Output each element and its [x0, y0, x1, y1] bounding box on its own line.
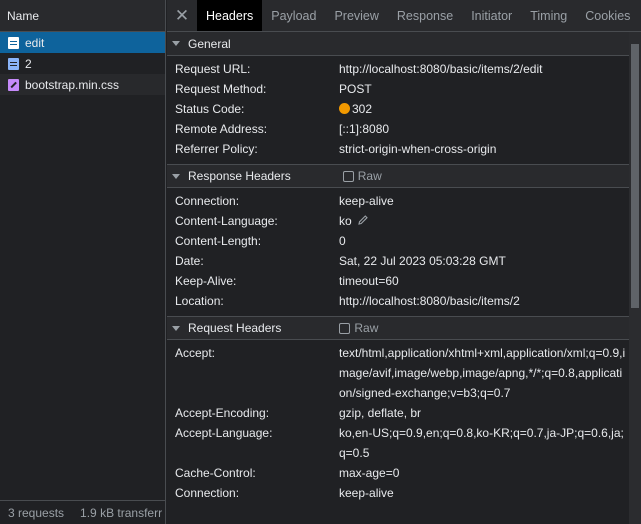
header-row: Location: http://localhost:8080/basic/it…	[167, 291, 629, 311]
header-row: Accept-Encoding: gzip, deflate, br	[167, 403, 629, 423]
raw-label: Raw	[357, 169, 382, 183]
header-key: Connection:	[175, 194, 240, 208]
header-key: Content-Length:	[175, 234, 262, 248]
header-key: Request Method:	[175, 82, 267, 96]
header-value: [::1]:8080	[339, 122, 390, 136]
header-value: strict-origin-when-cross-origin	[339, 142, 497, 156]
transferred-size: 1.9 kB transferr	[80, 505, 163, 520]
name-column-header[interactable]: Name	[0, 0, 165, 32]
request-row-2[interactable]: 2	[0, 53, 165, 74]
header-key: Content-Language:	[175, 214, 278, 228]
tab-cookies[interactable]: Cookies	[576, 0, 639, 31]
name-column-label: Name	[7, 8, 40, 23]
headers-content: General Request URL: http://localhost:80…	[167, 32, 629, 524]
header-value: http://localhost:8080/basic/items/2/edit	[339, 62, 543, 76]
status-code-value: 302	[339, 99, 629, 119]
tab-payload[interactable]: Payload	[262, 0, 325, 31]
request-details-panel: ✕ Headers Payload Preview Response Initi…	[167, 0, 641, 524]
collapse-triangle-icon	[172, 173, 180, 179]
header-key: Accept:	[175, 346, 216, 360]
request-list-panel: Name edit 2 bootstrap.min.css 3 requests…	[0, 0, 166, 524]
header-value: gzip, deflate, br	[339, 406, 422, 420]
request-headers-body: Accept: text/html,application/xhtml+xml,…	[167, 340, 629, 508]
request-name: edit	[25, 35, 45, 50]
header-row: Accept: text/html,application/xhtml+xml,…	[167, 343, 629, 403]
details-tab-bar: ✕ Headers Payload Preview Response Initi…	[167, 0, 641, 32]
header-value: max-age=0	[339, 466, 400, 480]
header-key: Keep-Alive:	[175, 274, 237, 288]
header-row: Status Code: 302	[167, 99, 629, 119]
tab-initiator[interactable]: Initiator	[462, 0, 521, 31]
header-key: Cache-Control:	[175, 466, 256, 480]
pencil-icon[interactable]	[357, 214, 369, 226]
collapse-triangle-icon	[172, 41, 180, 46]
header-value: POST	[339, 82, 372, 96]
header-key: Location:	[175, 294, 224, 308]
header-value: keep-alive	[339, 194, 394, 208]
tab-headers[interactable]: Headers	[197, 0, 263, 31]
request-name: bootstrap.min.css	[25, 77, 120, 92]
request-row-bootstrap[interactable]: bootstrap.min.css	[0, 74, 165, 95]
stylesheet-icon	[8, 78, 19, 91]
general-section-header[interactable]: General	[167, 32, 629, 56]
header-row: Connection: keep-alive	[167, 191, 629, 211]
scrollbar-thumb[interactable]	[631, 44, 639, 308]
request-name: 2	[25, 56, 32, 71]
response-headers-section-header[interactable]: Response Headers Raw	[167, 164, 629, 188]
header-row: Keep-Alive: timeout=60	[167, 271, 629, 291]
header-value: http://localhost:8080/basic/items/2	[339, 294, 520, 308]
header-key: Request URL:	[175, 62, 251, 76]
raw-toggle[interactable]: Raw	[339, 321, 378, 335]
raw-toggle[interactable]: Raw	[342, 169, 382, 183]
request-headers-section-header[interactable]: Request Headers Raw	[167, 316, 629, 340]
document-icon	[8, 36, 19, 49]
header-key: Date:	[175, 254, 204, 268]
header-row: Request URL: http://localhost:8080/basic…	[167, 59, 629, 79]
section-title: Response Headers	[188, 169, 291, 183]
response-headers-body: Connection: keep-alive Content-Language:…	[167, 188, 629, 316]
header-row: Connection: keep-alive	[167, 483, 629, 503]
header-value: text/html,application/xhtml+xml,applicat…	[339, 346, 626, 400]
raw-checkbox[interactable]	[339, 322, 351, 334]
header-row: Date: Sat, 22 Jul 2023 05:03:28 GMT	[167, 251, 629, 271]
request-row-edit[interactable]: edit	[0, 32, 165, 53]
tab-timing[interactable]: Timing	[521, 0, 576, 31]
header-key: Connection:	[175, 486, 240, 500]
header-key: Referrer Policy:	[175, 142, 258, 156]
section-title: General	[188, 36, 231, 51]
close-icon[interactable]: ✕	[167, 0, 197, 31]
header-key: Remote Address:	[175, 122, 268, 136]
section-title: Request Headers	[188, 321, 282, 335]
document-icon	[8, 57, 19, 70]
header-key: Accept-Language:	[175, 426, 273, 440]
tab-preview[interactable]: Preview	[325, 0, 387, 31]
header-row: Referrer Policy: strict-origin-when-cros…	[167, 139, 629, 159]
header-row: Accept-Language: ko,en-US;q=0.9,en;q=0.8…	[167, 423, 629, 463]
tab-response[interactable]: Response	[388, 0, 462, 31]
header-row: Content-Language: ko	[167, 211, 629, 231]
vertical-scrollbar[interactable]	[629, 32, 641, 524]
status-dot-icon	[339, 103, 350, 114]
header-value: ko,en-US;q=0.9,en;q=0.8,ko-KR;q=0.7,ja-J…	[339, 426, 624, 460]
status-bar: 3 requests 1.9 kB transferr	[0, 500, 165, 524]
collapse-triangle-icon	[172, 325, 180, 331]
header-row: Remote Address: [::1]:8080	[167, 119, 629, 139]
header-key: Accept-Encoding:	[175, 406, 270, 420]
raw-label: Raw	[354, 321, 379, 335]
raw-checkbox[interactable]	[342, 170, 354, 182]
header-value: 0	[339, 234, 346, 248]
header-row: Request Method: POST	[167, 79, 629, 99]
header-row: Cache-Control: max-age=0	[167, 463, 629, 483]
header-value: timeout=60	[339, 274, 399, 288]
header-value: ko	[339, 214, 352, 228]
request-count: 3 requests	[8, 505, 65, 520]
header-key: Status Code:	[175, 102, 245, 116]
general-section-body: Request URL: http://localhost:8080/basic…	[167, 56, 629, 164]
header-value: keep-alive	[339, 486, 394, 500]
status-code: 302	[352, 102, 373, 116]
header-value: Sat, 22 Jul 2023 05:03:28 GMT	[339, 254, 506, 268]
content-language-value: ko	[339, 211, 629, 231]
header-row: Content-Length: 0	[167, 231, 629, 251]
